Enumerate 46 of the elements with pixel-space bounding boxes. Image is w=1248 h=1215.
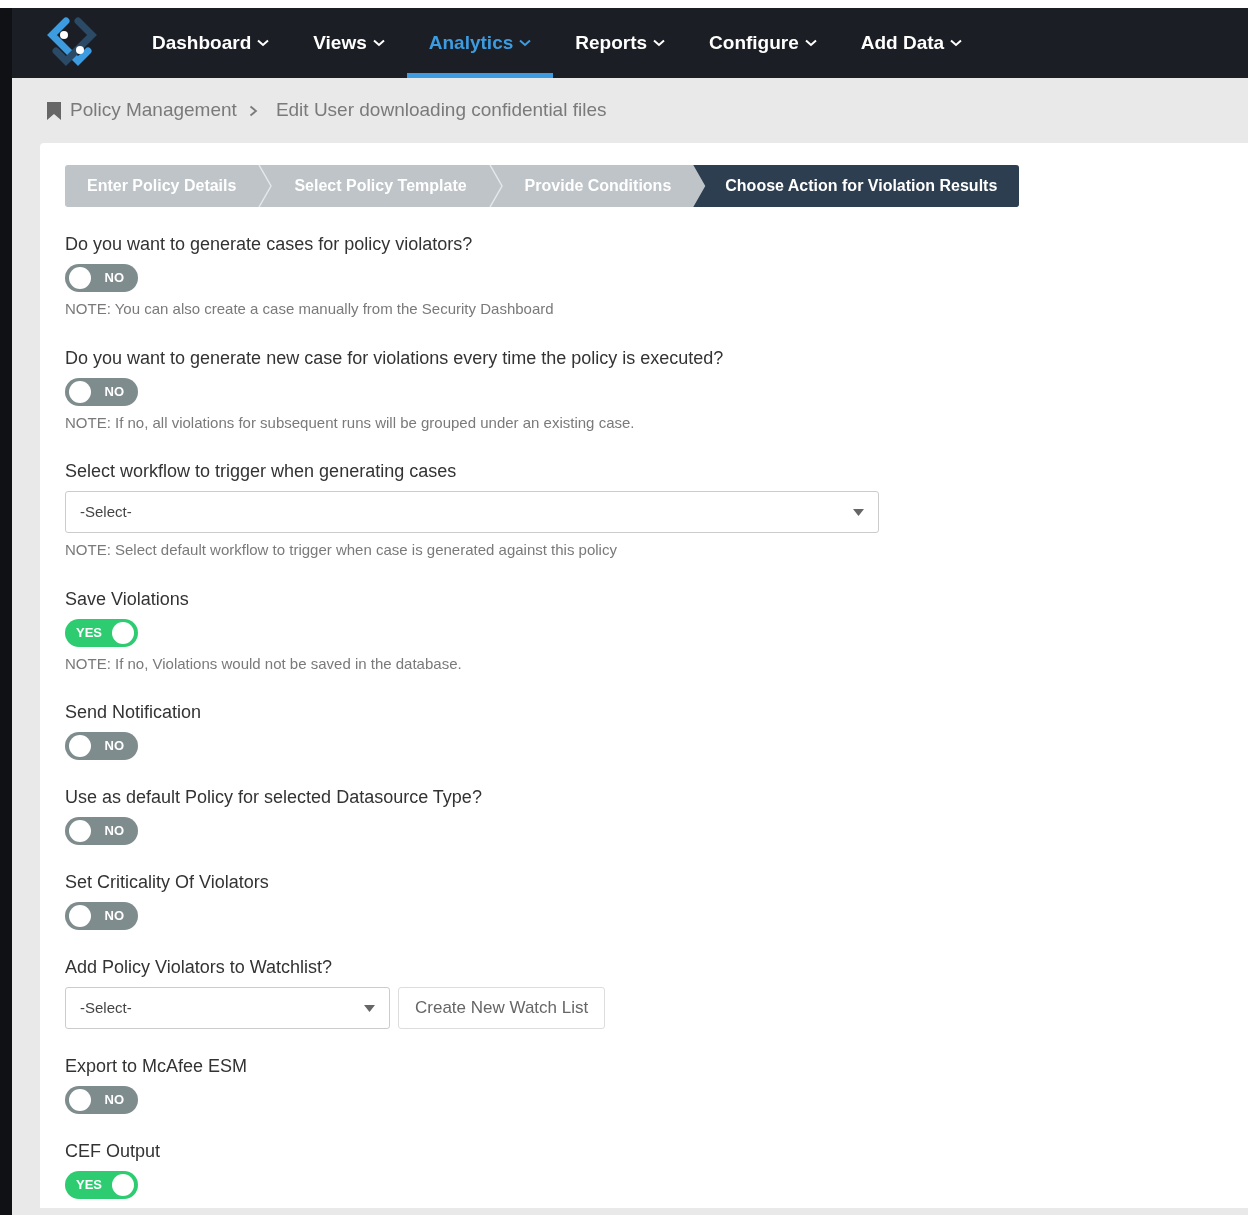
toggle-switch[interactable]: YES <box>65 618 138 647</box>
breadcrumb-current: Edit User downloading confidential files <box>275 98 607 123</box>
nav-menu[interactable]: Reports <box>553 8 688 78</box>
chevron-down-icon <box>804 39 817 47</box>
create-watchlist-button[interactable]: Create New Watch List <box>398 987 606 1029</box>
field-label: Save Violations <box>65 587 190 611</box>
field-label: Do you want to generate new case for violations every time the policy is executed? <box>65 346 725 370</box>
toggle-switch[interactable]: NO <box>65 377 138 406</box>
select-field[interactable]: -Select- <box>65 491 879 533</box>
field-label: Do you want to generate cases for policy violators? <box>65 233 474 256</box>
field-label: CEF Output <box>65 1140 162 1163</box>
chevron-down-icon <box>519 39 532 47</box>
nav-menu[interactable]: Views <box>291 8 407 78</box>
breadcrumb-link[interactable]: Policy Management <box>70 96 237 125</box>
toggle-switch[interactable]: NO <box>65 1086 138 1114</box>
toggle-switch[interactable]: NO <box>65 264 138 292</box>
field-label: Select workflow to trigger when generating cases <box>65 460 458 483</box>
chevron-down-icon <box>653 39 666 47</box>
toggle-switch[interactable]: NO <box>65 732 138 760</box>
nav-menu[interactable]: Add Data <box>838 8 985 78</box>
nav-menu[interactable]: Dashboard <box>130 8 292 78</box>
field-label: Export to McAfee ESM <box>65 1055 249 1078</box>
bookmark-icon <box>46 101 62 120</box>
dropdown-arrow-icon <box>853 508 864 516</box>
note-text: NOTE: Select default workflow to trigger when case is generated against this policy <box>65 540 618 560</box>
toggle-switch[interactable]: NO <box>65 902 138 930</box>
dropdown-arrow-icon <box>364 1004 375 1012</box>
toggle-switch[interactable]: YES <box>65 1171 138 1199</box>
note-text: NOTE: You can also create a case manually from the Security Dashboard <box>65 299 555 319</box>
nav-menu[interactable]: Analytics <box>406 8 554 78</box>
note-text: NOTE: If no, Violations would not be saved in the database. <box>65 653 463 674</box>
nav-menu[interactable]: Configure <box>687 8 839 78</box>
step-divider-icon <box>258 165 273 207</box>
field-label: Send Notification <box>65 701 203 724</box>
note-text: NOTE: If no, all violations for subsequent runs will be grouped under an existing case. <box>65 412 636 433</box>
select-field[interactable]: -Select- <box>65 987 390 1029</box>
chevron-down-icon <box>372 39 385 47</box>
field-label: Set Criticality Of Violators <box>65 871 270 894</box>
step-divider-icon <box>488 165 503 207</box>
field-label: Use as default Policy for selected Datasource Type? <box>65 786 483 809</box>
chevron-right-icon <box>248 104 258 117</box>
wizard-step[interactable]: Choose Action for Violation Results <box>693 165 1020 207</box>
field-label: Add Policy Violators to Watchlist? <box>65 956 334 979</box>
chevron-down-icon <box>257 39 270 47</box>
chevron-down-icon <box>950 39 963 47</box>
toggle-switch[interactable]: NO <box>65 817 138 845</box>
